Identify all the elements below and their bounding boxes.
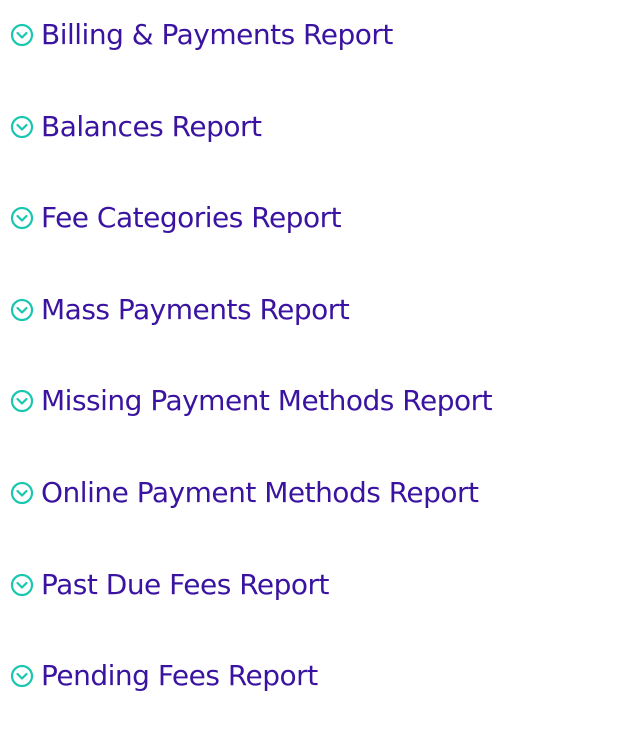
chevron-down-circle-icon	[10, 298, 34, 322]
report-accordion-item[interactable]: Billing & Payments Report	[10, 12, 492, 58]
chevron-down-circle-icon	[10, 23, 34, 47]
report-title: Mass Payments Report	[41, 292, 350, 326]
report-title: Online Payment Methods Report	[41, 475, 479, 509]
report-accordion-item[interactable]: Past Due Fees Report	[10, 562, 492, 608]
report-accordion-item[interactable]: Online Payment Methods Report	[10, 470, 492, 516]
report-title: Billing & Payments Report	[41, 18, 393, 51]
report-accordion-item[interactable]: Missing Payment Methods Report	[10, 378, 493, 424]
chevron-down-circle-icon	[10, 481, 34, 505]
report-title: Fee Categories Report	[41, 201, 342, 235]
report-title: Past Due Fees Report	[41, 567, 330, 601]
report-accordion-item[interactable]: Mass Payments Report	[10, 287, 492, 333]
report-accordion-item[interactable]: Fee Categories Report	[10, 195, 492, 241]
report-accordion-item[interactable]: Balances Report	[10, 104, 492, 150]
report-title: Pending Fees Report	[41, 659, 318, 693]
chevron-down-circle-icon	[10, 115, 34, 139]
report-title: Balances Report	[41, 109, 262, 143]
chevron-down-circle-icon	[10, 664, 34, 688]
report-title: Missing Payment Methods Report	[41, 384, 493, 418]
chevron-down-circle-icon	[10, 389, 34, 413]
report-accordion-list: Billing & Payments Report Balances Report…	[10, 12, 493, 745]
report-accordion-item[interactable]: Pending Fees Report	[10, 653, 492, 699]
chevron-down-circle-icon	[10, 206, 34, 230]
chevron-down-circle-icon	[10, 573, 34, 597]
